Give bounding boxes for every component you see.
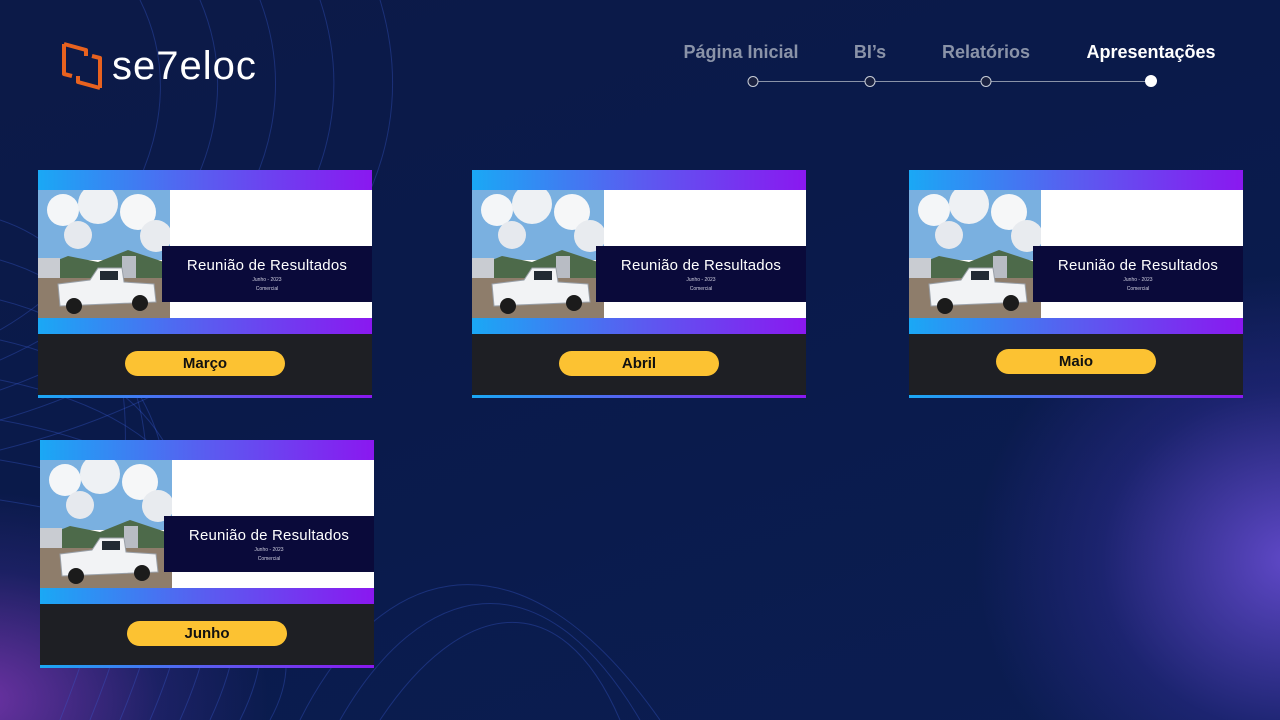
slide-gradient-bar-top bbox=[909, 170, 1243, 190]
nav-item-relatorios[interactable]: Relatórios bbox=[942, 42, 1030, 63]
slide-thumbnail[interactable]: Reunião de Resultados Junho - 2023 Comer… bbox=[909, 170, 1243, 334]
card-bottom-line bbox=[472, 395, 806, 398]
nav-item-apresentacoes[interactable]: Apresentações bbox=[1086, 42, 1215, 63]
slide-subtitle-date: Junho - 2023 bbox=[252, 277, 282, 283]
card-bottom-line bbox=[38, 395, 372, 398]
slide-title-box: Reunião de Resultados Junho - 2023 Comer… bbox=[164, 516, 374, 572]
slide-gradient-bar-top bbox=[38, 170, 372, 190]
slide-title-box: Reunião de Resultados Junho - 2023 Comer… bbox=[596, 246, 806, 302]
nav-dot-bis[interactable] bbox=[864, 76, 876, 87]
presentation-card-maio[interactable]: Reunião de Resultados Junho - 2023 Comer… bbox=[909, 170, 1243, 398]
card-footer: Abril bbox=[472, 334, 806, 395]
slide-subtitle-date: Junho - 2023 bbox=[1123, 277, 1153, 283]
slide-gradient-bar-bottom bbox=[40, 588, 374, 604]
slide-gradient-bar-bottom bbox=[38, 318, 372, 334]
nav-item-pagina-inicial[interactable]: Página Inicial bbox=[683, 42, 798, 63]
slide-thumbnail[interactable]: Reunião de Resultados Junho - 2023 Comer… bbox=[40, 440, 374, 604]
nav-item-bis[interactable]: BI’s bbox=[854, 42, 886, 63]
slide-subtitle-dept: Comercial bbox=[257, 556, 281, 562]
truck-photo-icon bbox=[472, 190, 604, 318]
truck-photo-icon bbox=[909, 190, 1041, 318]
slide-subtitle-dept: Comercial bbox=[1126, 286, 1150, 292]
month-button-maio[interactable]: Maio bbox=[996, 349, 1156, 374]
slide-gradient-bar-bottom bbox=[909, 318, 1243, 334]
slide-thumbnail[interactable]: Reunião de Resultados Junho - 2023 Comer… bbox=[472, 170, 806, 334]
card-footer: Maio bbox=[909, 334, 1243, 395]
slide-title: Reunião de Resultados bbox=[186, 257, 348, 274]
slide-gradient-bar-bottom bbox=[472, 318, 806, 334]
slide-subtitle-date: Junho - 2023 bbox=[686, 277, 716, 283]
slide-gradient-bar-top bbox=[472, 170, 806, 190]
month-button-abril[interactable]: Abril bbox=[559, 351, 719, 376]
presentation-card-marco[interactable]: Reunião de Resultados Junho - 2023 Comer… bbox=[38, 170, 372, 398]
slide-subtitle-dept: Comercial bbox=[689, 286, 713, 292]
month-button-marco[interactable]: Março bbox=[125, 351, 285, 376]
nav-dot-apresentacoes[interactable] bbox=[1145, 75, 1157, 87]
slide-thumbnail[interactable]: Reunião de Resultados Junho - 2023 Comer… bbox=[38, 170, 372, 334]
presentation-card-abril[interactable]: Reunião de Resultados Junho - 2023 Comer… bbox=[472, 170, 806, 398]
top-navigation: Página Inicial BI’s Relatórios Apresenta… bbox=[0, 0, 1280, 100]
slide-subtitle-dept: Comercial bbox=[255, 286, 279, 292]
truck-photo-icon bbox=[38, 190, 170, 318]
slide-title-box: Reunião de Resultados Junho - 2023 Comer… bbox=[1033, 246, 1243, 302]
card-bottom-line bbox=[40, 665, 374, 668]
slide-title-box: Reunião de Resultados Junho - 2023 Comer… bbox=[162, 246, 372, 302]
nav-dot-relatorios[interactable] bbox=[980, 76, 992, 87]
presentation-card-junho[interactable]: Reunião de Resultados Junho - 2023 Comer… bbox=[40, 440, 374, 668]
truck-photo-icon bbox=[40, 460, 172, 588]
slide-gradient-bar-top bbox=[40, 440, 374, 460]
nav-dot-pagina-inicial[interactable] bbox=[747, 76, 759, 87]
slide-title: Reunião de Resultados bbox=[188, 527, 350, 544]
card-footer: Março bbox=[38, 334, 372, 395]
card-footer: Junho bbox=[40, 604, 374, 665]
slide-title: Reunião de Resultados bbox=[1057, 257, 1219, 274]
card-bottom-line bbox=[909, 395, 1243, 398]
nav-progress-line bbox=[753, 81, 1151, 82]
slide-subtitle-date: Junho - 2023 bbox=[254, 547, 284, 553]
month-button-junho[interactable]: Junho bbox=[127, 621, 287, 646]
slide-title: Reunião de Resultados bbox=[620, 257, 782, 274]
